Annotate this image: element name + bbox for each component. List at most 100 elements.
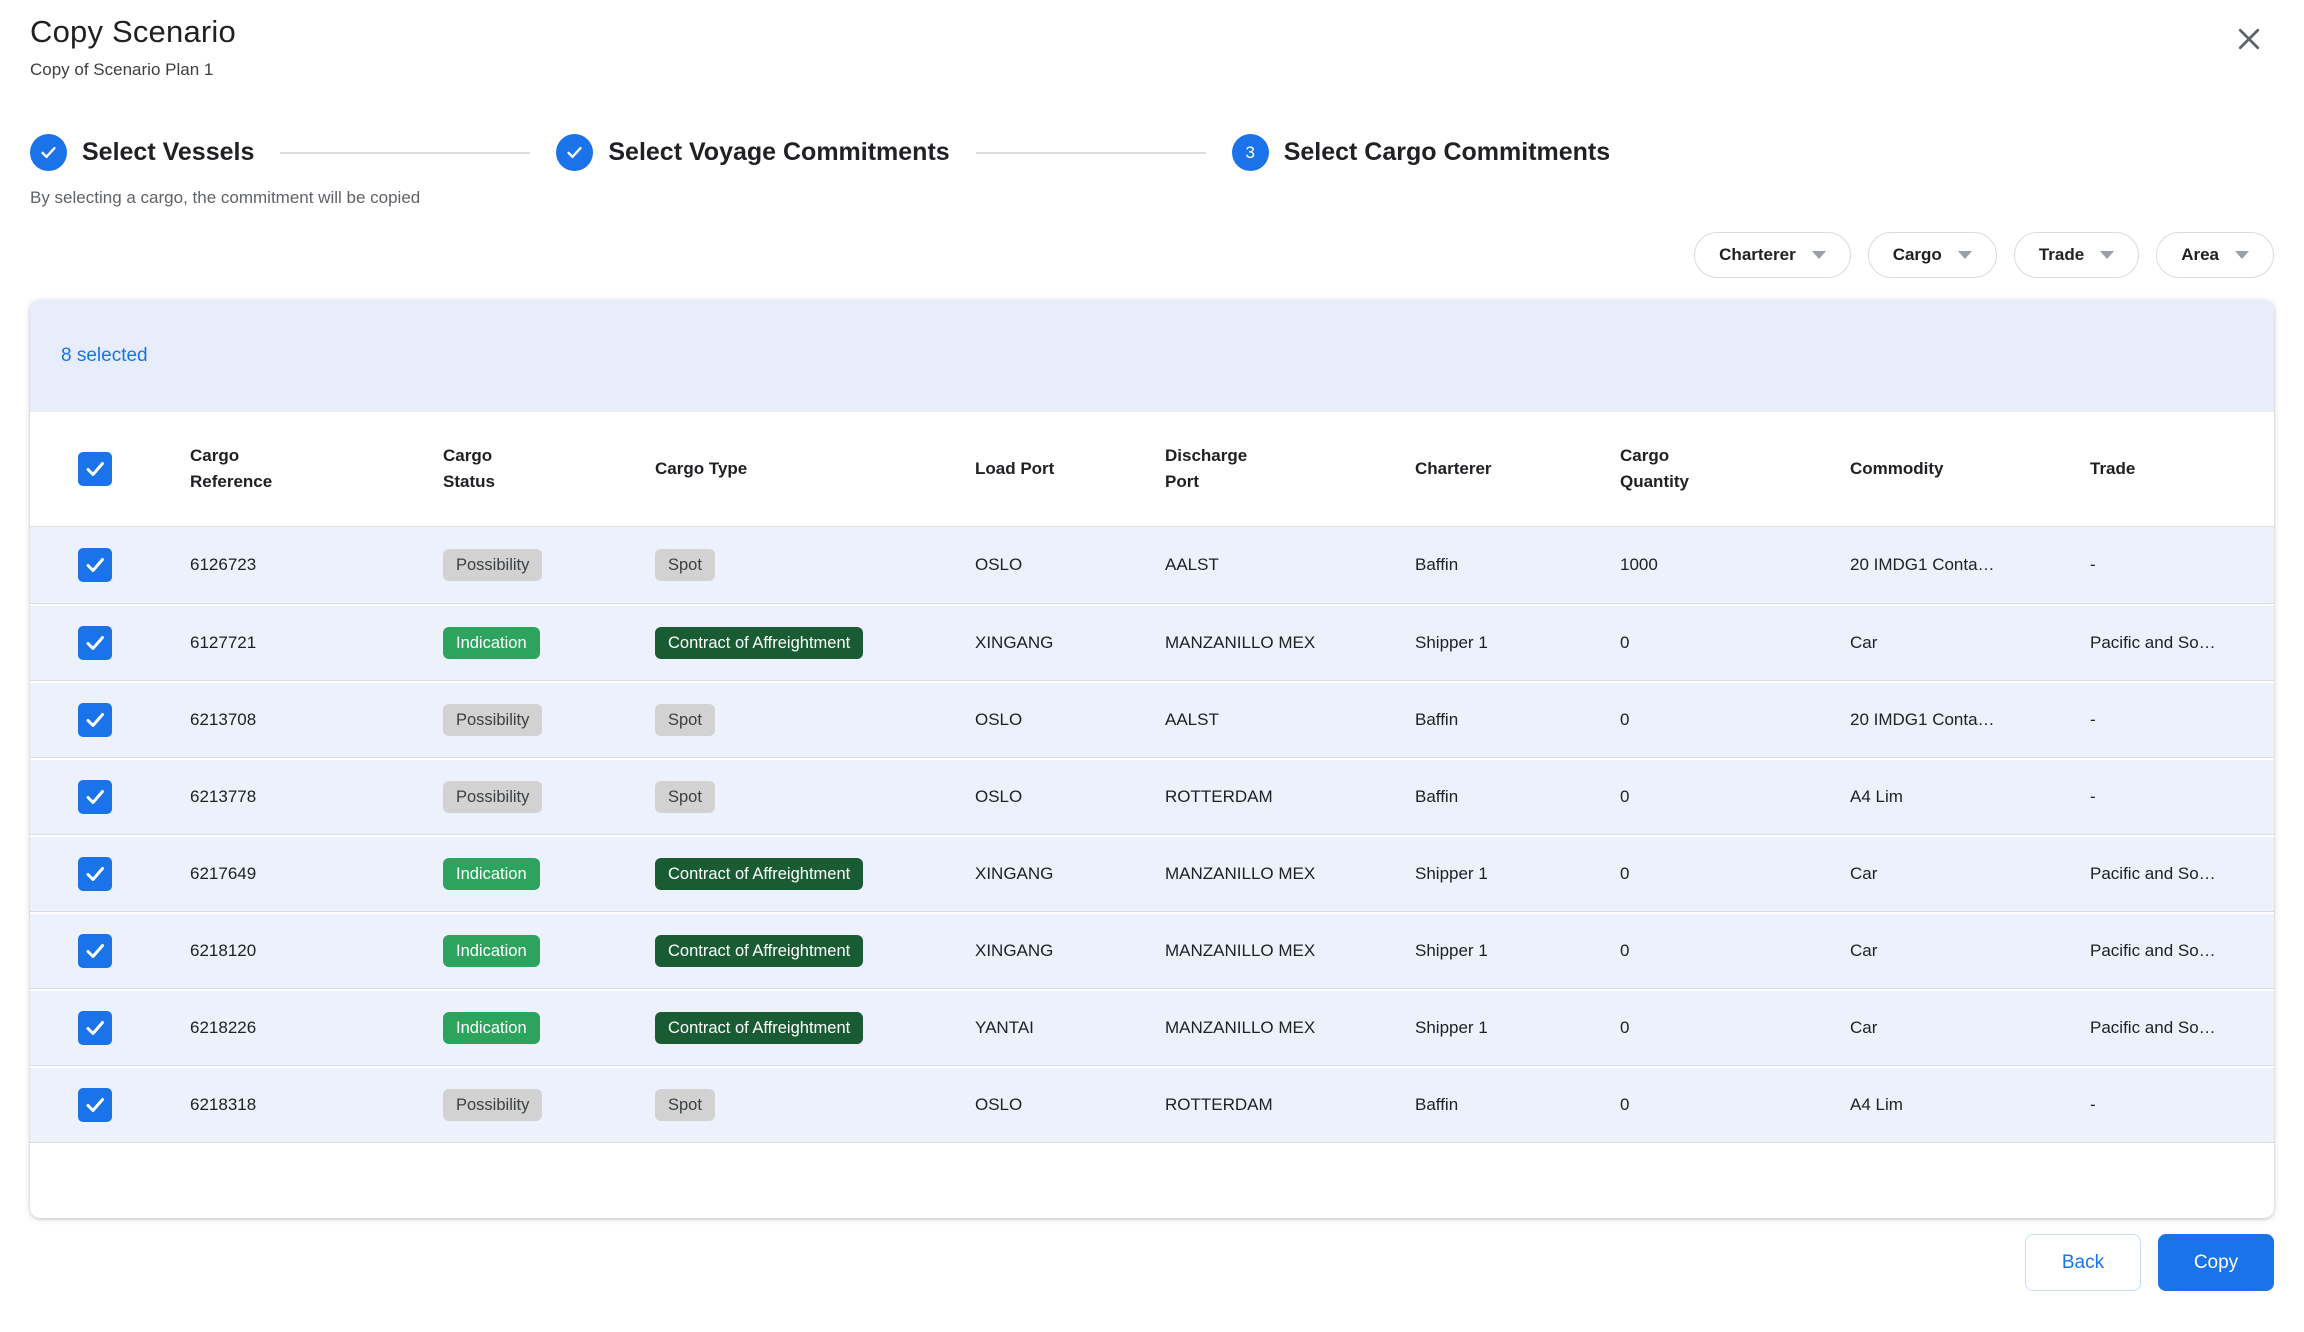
cell-cargo-reference: 6127721: [190, 633, 443, 653]
cell-cargo-quantity: 0: [1620, 710, 1850, 730]
cell-charterer: Shipper 1: [1415, 941, 1620, 961]
row-checkbox[interactable]: [78, 857, 112, 891]
row-checkbox[interactable]: [78, 626, 112, 660]
cell-cargo-type: Spot: [655, 1089, 975, 1122]
cell-load-port: XINGANG: [975, 864, 1165, 884]
column-header-cargo-type: Cargo Type: [655, 456, 975, 482]
cell-cargo-quantity: 0: [1620, 1095, 1850, 1115]
selection-hint: By selecting a cargo, the commitment wil…: [30, 188, 2274, 208]
cell-cargo-status: Possibility: [443, 549, 655, 582]
table-row[interactable]: 6218318 Possibility Spot OSLO ROTTERDAM …: [30, 1066, 2274, 1143]
chevron-down-icon: [1958, 251, 1972, 259]
cell-load-port: XINGANG: [975, 941, 1165, 961]
cell-cargo-status: Indication: [443, 858, 655, 891]
step-select-voyage-commitments[interactable]: Select Voyage Commitments: [556, 134, 949, 171]
cargo-type-badge: Spot: [655, 549, 715, 582]
row-checkbox[interactable]: [78, 934, 112, 968]
cell-cargo-status: Possibility: [443, 781, 655, 814]
stepper: Select Vessels Select Voyage Commitments…: [30, 134, 2274, 171]
cell-trade: Pacific and So…: [2090, 864, 2274, 884]
column-header-cargo-status: Cargo Status: [443, 443, 555, 496]
cell-commodity: Car: [1850, 1018, 2090, 1038]
table-row[interactable]: 6218226 Indication Contract of Affreight…: [30, 989, 2274, 1066]
copy-button[interactable]: Copy: [2158, 1234, 2274, 1291]
step-select-cargo-commitments[interactable]: 3 Select Cargo Commitments: [1232, 134, 1610, 171]
cell-commodity: A4 Lim: [1850, 787, 2090, 807]
step-select-vessels[interactable]: Select Vessels: [30, 134, 254, 171]
cell-discharge-port: ROTTERDAM: [1165, 787, 1415, 807]
step-label: Select Cargo Commitments: [1284, 138, 1610, 167]
table-row[interactable]: 6217649 Indication Contract of Affreight…: [30, 835, 2274, 912]
table-row[interactable]: 6213778 Possibility Spot OSLO ROTTERDAM …: [30, 758, 2274, 835]
filter-label: Cargo: [1893, 245, 1942, 265]
step-label: Select Voyage Commitments: [608, 138, 949, 167]
cell-load-port: OSLO: [975, 555, 1165, 575]
cargo-type-badge: Spot: [655, 781, 715, 814]
cell-commodity: Car: [1850, 633, 2090, 653]
cell-trade: -: [2090, 787, 2274, 807]
charterer-filter-dropdown[interactable]: Charterer: [1694, 232, 1851, 278]
cell-cargo-status: Possibility: [443, 704, 655, 737]
back-button[interactable]: Back: [2025, 1234, 2141, 1291]
table-row[interactable]: 6218120 Indication Contract of Affreight…: [30, 912, 2274, 989]
cell-cargo-status: Indication: [443, 935, 655, 968]
table-header-row: Cargo Reference Cargo Status Cargo Type …: [30, 412, 2274, 527]
cell-commodity: 20 IMDG1 Conta…: [1850, 710, 2090, 730]
cell-cargo-quantity: 0: [1620, 787, 1850, 807]
close-icon[interactable]: [2228, 18, 2270, 60]
table-row[interactable]: 6213708 Possibility Spot OSLO AALST Baff…: [30, 681, 2274, 758]
cargo-filter-dropdown[interactable]: Cargo: [1868, 232, 1997, 278]
status-badge: Indication: [443, 935, 540, 968]
area-filter-dropdown[interactable]: Area: [2156, 232, 2274, 278]
cell-cargo-type: Contract of Affreightment: [655, 935, 975, 968]
dialog-subtitle: Copy of Scenario Plan 1: [30, 60, 236, 80]
cell-cargo-reference: 6218318: [190, 1095, 443, 1115]
select-all-checkbox[interactable]: [78, 452, 112, 486]
cell-trade: Pacific and So…: [2090, 941, 2274, 961]
column-header-discharge-port: Discharge Port: [1165, 443, 1277, 496]
trade-filter-dropdown[interactable]: Trade: [2014, 232, 2139, 278]
cell-cargo-type: Contract of Affreightment: [655, 1012, 975, 1045]
status-badge: Possibility: [443, 781, 542, 814]
column-header-commodity: Commodity: [1850, 456, 2090, 482]
selected-count: 8 selected: [61, 345, 148, 367]
cell-commodity: Car: [1850, 941, 2090, 961]
status-badge: Indication: [443, 1012, 540, 1045]
row-checkbox[interactable]: [78, 548, 112, 582]
cell-cargo-reference: 6213778: [190, 787, 443, 807]
cell-cargo-quantity: 0: [1620, 1018, 1850, 1038]
cell-cargo-type: Spot: [655, 704, 975, 737]
table-body: 6126723 Possibility Spot OSLO AALST Baff…: [30, 527, 2274, 1143]
status-badge: Indication: [443, 858, 540, 891]
cell-cargo-quantity: 0: [1620, 633, 1850, 653]
row-checkbox[interactable]: [78, 703, 112, 737]
cell-commodity: 20 IMDG1 Conta…: [1850, 555, 2090, 575]
step-number-badge: 3: [1232, 134, 1269, 171]
row-checkbox[interactable]: [78, 1011, 112, 1045]
row-checkbox[interactable]: [78, 1088, 112, 1122]
cell-load-port: OSLO: [975, 710, 1165, 730]
cell-commodity: A4 Lim: [1850, 1095, 2090, 1115]
table-row[interactable]: 6127721 Indication Contract of Affreight…: [30, 604, 2274, 681]
cell-commodity: Car: [1850, 864, 2090, 884]
cell-cargo-type: Contract of Affreightment: [655, 627, 975, 660]
cell-load-port: YANTAI: [975, 1018, 1165, 1038]
table-row[interactable]: 6126723 Possibility Spot OSLO AALST Baff…: [30, 527, 2274, 604]
stepper-connector: [280, 152, 530, 154]
cell-cargo-status: Possibility: [443, 1089, 655, 1122]
cargo-type-badge: Contract of Affreightment: [655, 935, 863, 968]
status-badge: Possibility: [443, 549, 542, 582]
cell-discharge-port: MANZANILLO MEX: [1165, 941, 1415, 961]
cell-trade: -: [2090, 555, 2274, 575]
filter-bar: Charterer Cargo Trade Area: [30, 232, 2274, 278]
row-checkbox[interactable]: [78, 780, 112, 814]
filter-label: Area: [2181, 245, 2219, 265]
page-title: Copy Scenario: [30, 14, 236, 50]
step-complete-check-icon: [30, 134, 67, 171]
cell-cargo-type: Spot: [655, 549, 975, 582]
cell-charterer: Shipper 1: [1415, 1018, 1620, 1038]
step-complete-check-icon: [556, 134, 593, 171]
cell-load-port: XINGANG: [975, 633, 1165, 653]
step-label: Select Vessels: [82, 138, 254, 167]
cell-cargo-quantity: 1000: [1620, 555, 1850, 575]
